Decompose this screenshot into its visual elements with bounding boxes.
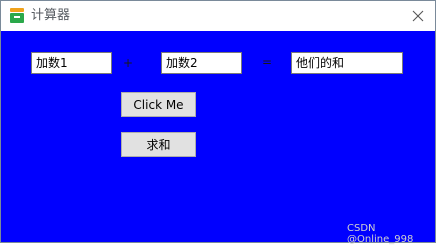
window-title: 计算器: [31, 8, 71, 23]
addend2-input[interactable]: 加数2: [161, 52, 242, 74]
sum-button[interactable]: 求和: [121, 132, 196, 157]
calculator-app-icon: [10, 8, 24, 23]
plus-label: +: [123, 56, 134, 70]
click-me-button[interactable]: Click Me: [121, 92, 196, 117]
sum-output-field[interactable]: 他们的和: [291, 52, 403, 74]
equals-label: =: [262, 55, 273, 69]
watermark: CSDN @Online_998: [347, 223, 414, 245]
title-bar[interactable]: 计算器: [1, 1, 435, 31]
close-icon[interactable]: [406, 6, 430, 26]
app-window: 计算器 加数1 + 加数2 = 他们的和 Click Me 求和 CSDN @O…: [0, 0, 436, 245]
client-area: 加数1 + 加数2 = 他们的和 Click Me 求和: [1, 31, 435, 242]
addend1-input[interactable]: 加数1: [31, 52, 112, 74]
